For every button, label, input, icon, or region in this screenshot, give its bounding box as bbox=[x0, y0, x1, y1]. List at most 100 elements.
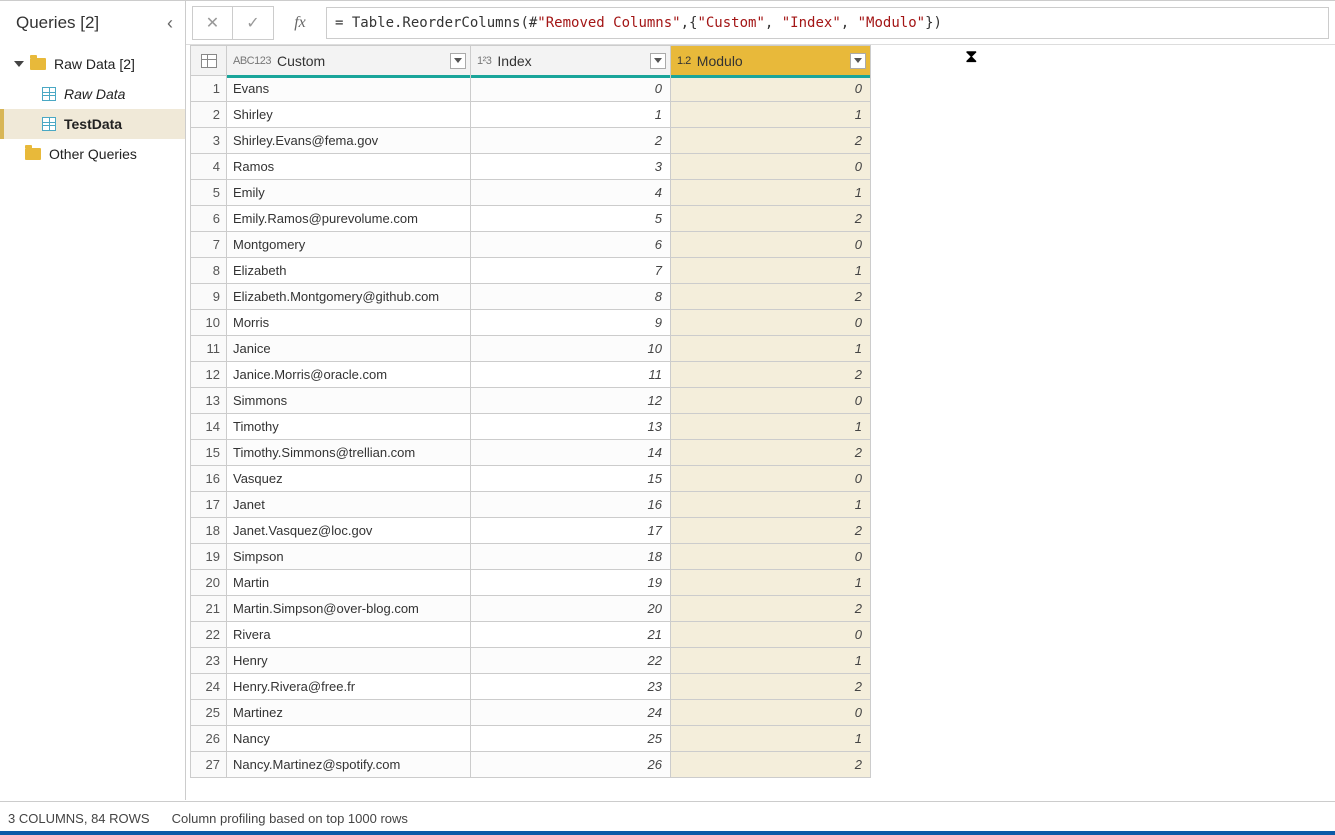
cell-modulo[interactable]: 0 bbox=[671, 310, 871, 336]
cell-custom[interactable]: Timothy bbox=[227, 414, 471, 440]
cell-modulo[interactable]: 2 bbox=[671, 518, 871, 544]
table-row[interactable]: 14Timothy131 bbox=[191, 414, 871, 440]
cell-index[interactable]: 24 bbox=[471, 700, 671, 726]
cell-modulo[interactable]: 1 bbox=[671, 492, 871, 518]
cell-modulo[interactable]: 0 bbox=[671, 700, 871, 726]
cell-index[interactable]: 22 bbox=[471, 648, 671, 674]
row-number[interactable]: 2 bbox=[191, 102, 227, 128]
table-row[interactable]: 11Janice101 bbox=[191, 336, 871, 362]
cell-custom[interactable]: Shirley.Evans@fema.gov bbox=[227, 128, 471, 154]
cell-index[interactable]: 6 bbox=[471, 232, 671, 258]
cell-custom[interactable]: Simpson bbox=[227, 544, 471, 570]
type-icon-decimal[interactable]: 1.2 bbox=[677, 55, 691, 67]
cell-index[interactable]: 26 bbox=[471, 752, 671, 778]
cell-custom[interactable]: Ramos bbox=[227, 154, 471, 180]
cell-modulo[interactable]: 2 bbox=[671, 596, 871, 622]
row-number[interactable]: 21 bbox=[191, 596, 227, 622]
cell-index[interactable]: 7 bbox=[471, 258, 671, 284]
query-item[interactable]: Raw Data bbox=[0, 79, 185, 109]
folder-row[interactable]: Other Queries bbox=[0, 139, 185, 169]
table-row[interactable]: 3Shirley.Evans@fema.gov22 bbox=[191, 128, 871, 154]
row-number[interactable]: 23 bbox=[191, 648, 227, 674]
cell-custom[interactable]: Shirley bbox=[227, 102, 471, 128]
table-row[interactable]: 22Rivera210 bbox=[191, 622, 871, 648]
cell-custom[interactable]: Janet.Vasquez@loc.gov bbox=[227, 518, 471, 544]
row-number[interactable]: 12 bbox=[191, 362, 227, 388]
cell-modulo[interactable]: 0 bbox=[671, 622, 871, 648]
query-item[interactable]: TestData bbox=[0, 109, 185, 139]
cell-modulo[interactable]: 2 bbox=[671, 674, 871, 700]
row-number[interactable]: 9 bbox=[191, 284, 227, 310]
type-icon-int[interactable]: 1²3 bbox=[477, 55, 491, 67]
cell-custom[interactable]: Janet bbox=[227, 492, 471, 518]
table-row[interactable]: 6Emily.Ramos@purevolume.com52 bbox=[191, 206, 871, 232]
table-row[interactable]: 27Nancy.Martinez@spotify.com262 bbox=[191, 752, 871, 778]
cell-modulo[interactable]: 0 bbox=[671, 466, 871, 492]
row-number[interactable]: 18 bbox=[191, 518, 227, 544]
cell-index[interactable]: 1 bbox=[471, 102, 671, 128]
cell-index[interactable]: 8 bbox=[471, 284, 671, 310]
cell-index[interactable]: 2 bbox=[471, 128, 671, 154]
cell-custom[interactable]: Nancy.Martinez@spotify.com bbox=[227, 752, 471, 778]
cell-custom[interactable]: Timothy.Simmons@trellian.com bbox=[227, 440, 471, 466]
column-header-modulo[interactable]: 1.2 Modulo bbox=[671, 46, 871, 76]
table-row[interactable]: 4Ramos30 bbox=[191, 154, 871, 180]
column-filter-custom[interactable] bbox=[450, 53, 466, 69]
fx-icon[interactable]: fx bbox=[280, 7, 320, 39]
cell-index[interactable]: 21 bbox=[471, 622, 671, 648]
cell-custom[interactable]: Elizabeth bbox=[227, 258, 471, 284]
cell-index[interactable]: 3 bbox=[471, 154, 671, 180]
cell-modulo[interactable]: 2 bbox=[671, 440, 871, 466]
cell-custom[interactable]: Martinez bbox=[227, 700, 471, 726]
row-number[interactable]: 27 bbox=[191, 752, 227, 778]
table-row[interactable]: 24Henry.Rivera@free.fr232 bbox=[191, 674, 871, 700]
cell-index[interactable]: 5 bbox=[471, 206, 671, 232]
table-row[interactable]: 1Evans00 bbox=[191, 76, 871, 102]
cell-modulo[interactable]: 1 bbox=[671, 648, 871, 674]
column-filter-index[interactable] bbox=[650, 53, 666, 69]
row-number[interactable]: 15 bbox=[191, 440, 227, 466]
cell-custom[interactable]: Morris bbox=[227, 310, 471, 336]
table-row[interactable]: 2Shirley11 bbox=[191, 102, 871, 128]
cell-modulo[interactable]: 1 bbox=[671, 570, 871, 596]
table-row[interactable]: 10Morris90 bbox=[191, 310, 871, 336]
cell-index[interactable]: 15 bbox=[471, 466, 671, 492]
cell-custom[interactable]: Henry.Rivera@free.fr bbox=[227, 674, 471, 700]
column-filter-modulo[interactable] bbox=[850, 53, 866, 69]
cell-index[interactable]: 11 bbox=[471, 362, 671, 388]
cell-custom[interactable]: Janice.Morris@oracle.com bbox=[227, 362, 471, 388]
column-header-custom[interactable]: ABC123 Custom bbox=[227, 46, 471, 76]
select-all-corner[interactable] bbox=[191, 46, 227, 76]
cell-index[interactable]: 13 bbox=[471, 414, 671, 440]
cell-modulo[interactable]: 1 bbox=[671, 414, 871, 440]
row-number[interactable]: 11 bbox=[191, 336, 227, 362]
row-number[interactable]: 3 bbox=[191, 128, 227, 154]
row-number[interactable]: 17 bbox=[191, 492, 227, 518]
table-row[interactable]: 20Martin191 bbox=[191, 570, 871, 596]
table-row[interactable]: 12Janice.Morris@oracle.com112 bbox=[191, 362, 871, 388]
cell-modulo[interactable]: 0 bbox=[671, 154, 871, 180]
cell-index[interactable]: 14 bbox=[471, 440, 671, 466]
data-grid[interactable]: ⧗ ABC123 Custom bbox=[186, 45, 1335, 800]
cell-modulo[interactable]: 0 bbox=[671, 232, 871, 258]
table-row[interactable]: 18Janet.Vasquez@loc.gov172 bbox=[191, 518, 871, 544]
row-number[interactable]: 13 bbox=[191, 388, 227, 414]
table-row[interactable]: 19Simpson180 bbox=[191, 544, 871, 570]
expand-triangle-icon[interactable] bbox=[14, 61, 24, 67]
row-number[interactable]: 19 bbox=[191, 544, 227, 570]
row-number[interactable]: 4 bbox=[191, 154, 227, 180]
cell-index[interactable]: 19 bbox=[471, 570, 671, 596]
table-row[interactable]: 9Elizabeth.Montgomery@github.com82 bbox=[191, 284, 871, 310]
cell-modulo[interactable]: 2 bbox=[671, 206, 871, 232]
cell-index[interactable]: 20 bbox=[471, 596, 671, 622]
row-number[interactable]: 22 bbox=[191, 622, 227, 648]
table-row[interactable]: 21Martin.Simpson@over-blog.com202 bbox=[191, 596, 871, 622]
cell-modulo[interactable]: 1 bbox=[671, 258, 871, 284]
table-row[interactable]: 25Martinez240 bbox=[191, 700, 871, 726]
cell-index[interactable]: 16 bbox=[471, 492, 671, 518]
row-number[interactable]: 1 bbox=[191, 76, 227, 102]
row-number[interactable]: 14 bbox=[191, 414, 227, 440]
cell-index[interactable]: 9 bbox=[471, 310, 671, 336]
column-header-index[interactable]: 1²3 Index bbox=[471, 46, 671, 76]
table-row[interactable]: 26Nancy251 bbox=[191, 726, 871, 752]
